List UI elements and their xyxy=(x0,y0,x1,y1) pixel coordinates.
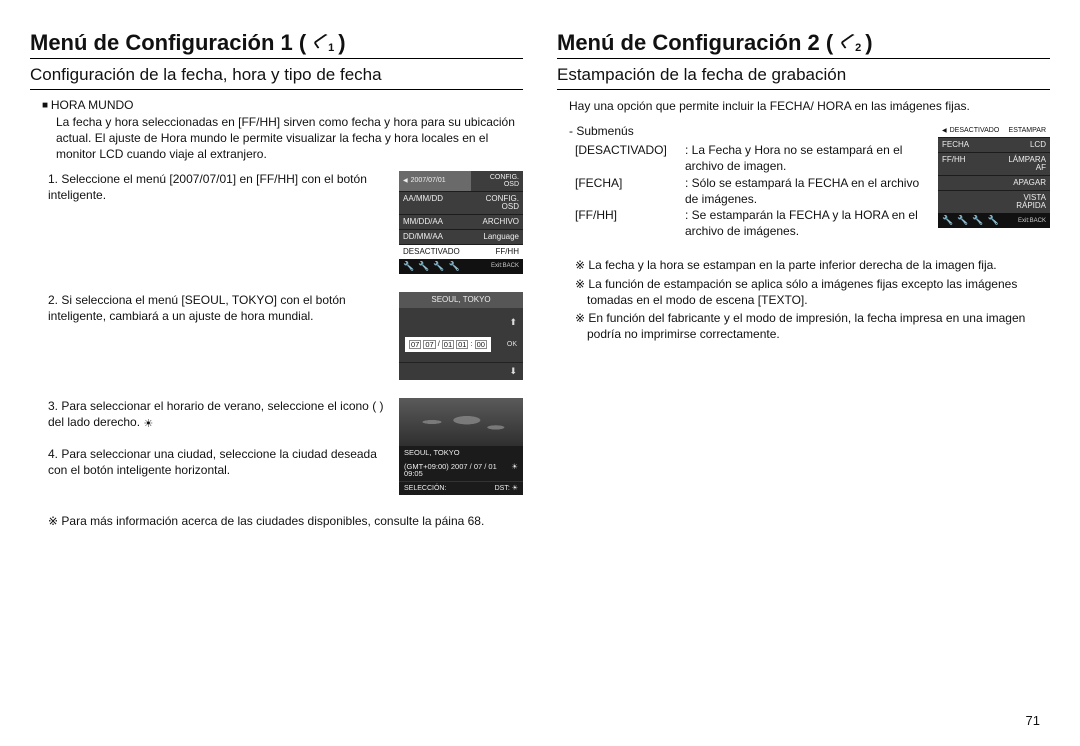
lcd-worldtime-screenshot: SEOUL, TOKYO ⬆ 0707/0101:00 OK ⬇ xyxy=(399,292,523,381)
steps: 1. Seleccione el menú [2007/07/01] en [F… xyxy=(48,171,523,495)
wrench-tabs-icon: 🔧🔧🔧🔧 xyxy=(942,216,1003,225)
sun-icon: ☀ xyxy=(511,463,518,478)
down-arrow-icon: ⬇ xyxy=(509,367,517,376)
right-column: Menú de Configuración 2 ( 2 ) Estampació… xyxy=(557,30,1050,736)
left-subtitle: Configuración de la fecha, hora y tipo d… xyxy=(30,65,523,90)
left-footnote: Para más información acerca de las ciuda… xyxy=(48,513,523,529)
submenu-date: [FECHA] : Sólo se estampará la FECHA en … xyxy=(575,175,920,207)
step-1: 1. Seleccione el menú [2007/07/01] en [F… xyxy=(48,171,523,274)
world-map-icon xyxy=(399,398,523,446)
right-notes: La fecha y la hora se estampan en la par… xyxy=(575,257,1050,342)
right-title: Menú de Configuración 2 ( 2 ) xyxy=(557,30,1050,59)
note-2: La función de estampación se aplica sólo… xyxy=(575,276,1050,308)
step-2: 2. Si selecciona el menú [SEOUL, TOKYO] … xyxy=(48,292,523,381)
note-3: En función del fabricante y el modo de i… xyxy=(575,310,1050,342)
left-title: Menú de Configuración 1 ( 1 ) xyxy=(30,30,523,59)
wrench-1-icon: 1 xyxy=(312,35,332,51)
right-title-prefix: Menú de Configuración 2 ( xyxy=(557,30,833,56)
right-lead: Hay una opción que permite incluir la FE… xyxy=(569,98,1050,114)
submenu-datetime: [FF/HH] : Se estamparán la FECHA y la HO… xyxy=(575,207,920,239)
step-3-text: 3. Para seleccionar el horario de verano… xyxy=(48,398,389,432)
right-subtitle: Estampación de la fecha de grabación xyxy=(557,65,1050,90)
left-column: Menú de Configuración 1 ( 1 ) Configurac… xyxy=(30,30,523,736)
step-4-text: 4. Para seleccionar una ciudad, seleccio… xyxy=(48,446,389,478)
section-label: HORA MUNDO xyxy=(42,98,523,112)
wrench-2-icon: 2 xyxy=(839,35,859,51)
left-intro: La fecha y hora seleccionadas en [FF/HH]… xyxy=(56,114,523,163)
submenus-label: - Submenús xyxy=(569,124,920,138)
right-title-suffix: ) xyxy=(865,30,872,56)
sun-icon xyxy=(143,415,153,429)
lcd-map-screenshot: SEOUL, TOKYO (GMT+09:00) 2007 / 07 / 01 … xyxy=(399,398,523,495)
step-2-text: 2. Si selecciona el menú [SEOUL, TOKYO] … xyxy=(48,292,389,324)
lcd-menu-screenshot: 2007/07/01CONFIG. OSD AA/MM/DDCONFIG. OS… xyxy=(399,171,523,274)
wrench-tabs-icon: 🔧🔧🔧🔧 xyxy=(403,262,464,271)
left-title-suffix: ) xyxy=(338,30,345,56)
step-3: 3. Para seleccionar el horario de verano… xyxy=(48,398,523,495)
page-number: 71 xyxy=(1026,713,1040,728)
lcd2-date: 0707/0101:00 xyxy=(405,337,491,353)
up-arrow-icon: ⬆ xyxy=(509,318,517,327)
note-1: La fecha y la hora se estampan en la par… xyxy=(575,257,1050,273)
step-1-text: 1. Seleccione el menú [2007/07/01] en [F… xyxy=(48,171,389,203)
submenu-off: [DESACTIVADO] : La Fecha y Hora no se es… xyxy=(575,142,920,174)
left-title-prefix: Menú de Configuración 1 ( xyxy=(30,30,306,56)
page: Menú de Configuración 1 ( 1 ) Configurac… xyxy=(0,0,1080,746)
lcd-imprint-screenshot: DESACTIVADOESTAMPAR FECHALCD FF/HHLÁMPAR… xyxy=(938,124,1050,228)
